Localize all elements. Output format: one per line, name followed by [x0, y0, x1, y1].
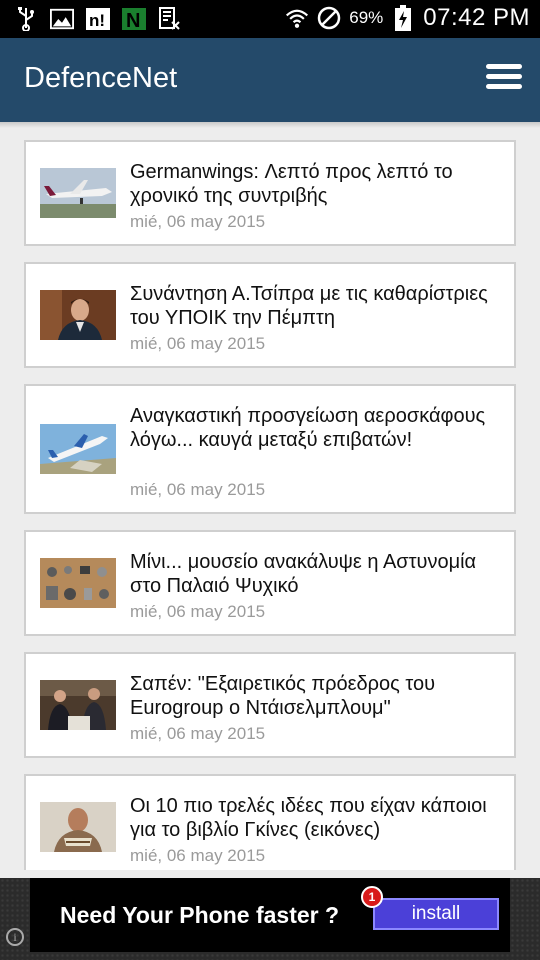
- article-title: Συνάντηση Α.Τσίπρα με τις καθαρίστριες τ…: [130, 283, 488, 329]
- article-date: mié, 06 may 2015: [130, 602, 266, 621]
- system-icons: 69% 07:42 PM: [285, 4, 530, 32]
- hamburger-menu-icon[interactable]: [486, 64, 522, 94]
- man-photo: [40, 802, 116, 852]
- article-card[interactable]: Σαπέν: "Εξαιρετικός πρόεδρος του Eurogro…: [24, 652, 516, 758]
- svg-text:n!: n!: [89, 11, 105, 30]
- article-card[interactable]: Οι 10 πιο τρελές ιδέες που είχαν κάποιοι…: [24, 774, 516, 870]
- ad-banner: Need Your Phone faster ? install 1 i: [0, 878, 540, 960]
- battery-charging-icon: [391, 5, 415, 31]
- install-button[interactable]: install: [373, 898, 499, 930]
- battery-percentage: 69%: [349, 8, 384, 27]
- usb-icon: [14, 7, 38, 31]
- app-bar: DefenceNet: [0, 38, 540, 122]
- airplane-photo: [40, 168, 116, 218]
- svg-text:N: N: [126, 10, 140, 30]
- barcode-icon: [158, 7, 182, 31]
- article-card[interactable]: Germanwings: Λεπτό προς λεπτό το χρονικό…: [24, 140, 516, 246]
- ad-content[interactable]: Need Your Phone faster ? install 1: [30, 878, 510, 952]
- wifi-icon: [285, 6, 309, 30]
- meeting-photo: [40, 680, 116, 730]
- notification-badge: 1: [361, 886, 383, 908]
- app-title: DefenceNet: [24, 62, 178, 94]
- politician-photo: [40, 290, 116, 340]
- article-card[interactable]: Συνάντηση Α.Τσίπρα με τις καθαρίστριες τ…: [24, 262, 516, 368]
- artifacts-photo: [40, 558, 116, 608]
- news-app-icon: n!: [86, 7, 110, 31]
- article-date: mié, 06 may 2015: [130, 846, 266, 865]
- ad-text: Need Your Phone faster ?: [60, 902, 340, 928]
- article-title: Σαπέν: "Εξαιρετικός πρόεδρος του Eurogro…: [130, 673, 436, 719]
- plane-takeoff-photo: [40, 424, 116, 474]
- image-icon: [50, 7, 74, 31]
- no-disturb-icon: [317, 6, 341, 30]
- n-app-icon: N: [122, 7, 146, 31]
- article-title: Αναγκαστική προσγείωση αεροσκάφους λόγω.…: [130, 405, 486, 451]
- status-bar: n! N 69% 07:42 PM: [0, 0, 540, 38]
- article-list: Germanwings: Λεπτό προς λεπτό το χρονικό…: [24, 140, 516, 870]
- article-title: Germanwings: Λεπτό προς λεπτό το χρονικό…: [130, 161, 453, 207]
- article-title: Μίνι... μουσείο ανακάλυψε η Αστυνομία στ…: [130, 551, 477, 597]
- article-card[interactable]: Αναγκαστική προσγείωση αεροσκάφους λόγω.…: [24, 384, 516, 514]
- article-title: Οι 10 πιο τρελές ιδέες που είχαν κάποιοι…: [130, 795, 487, 841]
- article-date: mié, 06 may 2015: [130, 212, 266, 231]
- notification-icons: n! N: [14, 7, 182, 31]
- article-card[interactable]: Μίνι... μουσείο ανακάλυψε η Αστυνομία στ…: [24, 530, 516, 636]
- article-date: mié, 06 may 2015: [130, 724, 266, 743]
- info-icon[interactable]: i: [6, 928, 24, 946]
- clock: 07:42 PM: [423, 4, 530, 31]
- app-bar-shadow: [0, 122, 540, 128]
- article-date: mié, 06 may 2015: [130, 480, 266, 499]
- article-date: mié, 06 may 2015: [130, 334, 266, 353]
